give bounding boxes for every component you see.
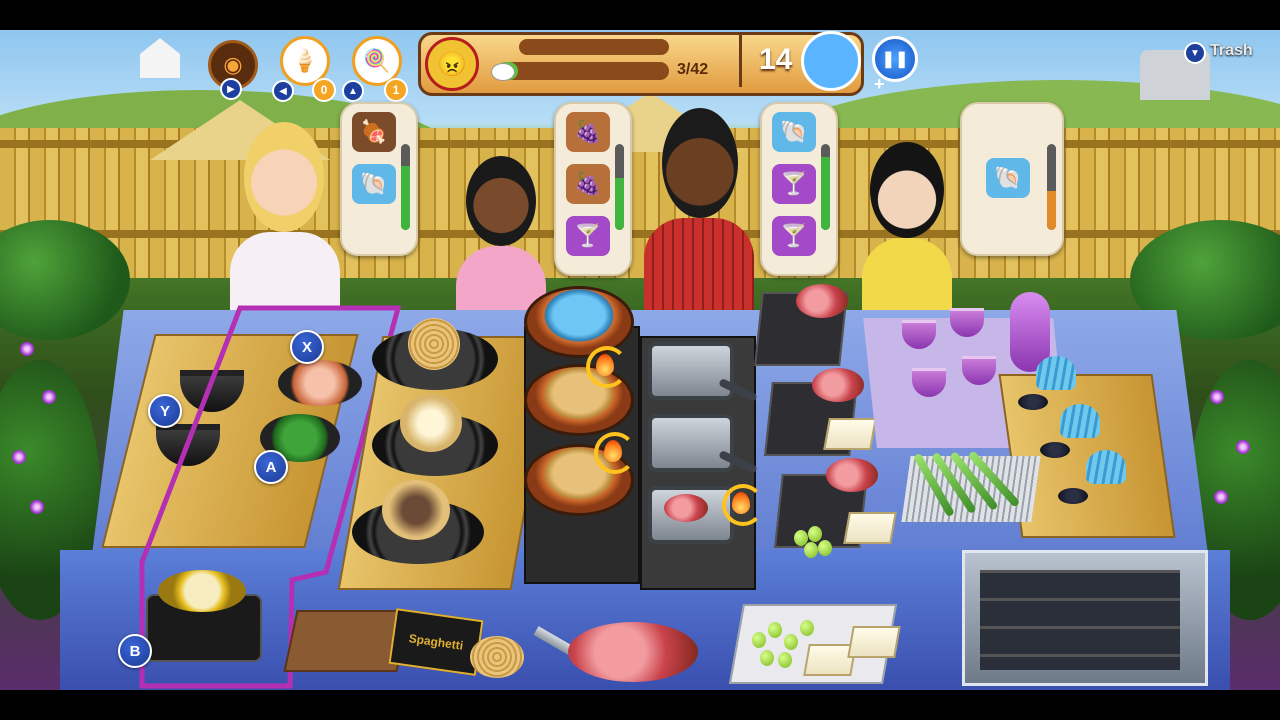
caviar[interactable] <box>1018 394 1048 410</box>
cream-pasta <box>400 394 462 452</box>
risotto-pan[interactable] <box>158 570 246 612</box>
a-button[interactable]: A <box>254 450 288 484</box>
spaghetti-box[interactable]: Spaghetti <box>388 608 484 676</box>
ham-leg <box>826 458 878 492</box>
customer-blonde-woman[interactable] <box>230 122 340 322</box>
empty-pan[interactable] <box>648 414 734 472</box>
ham-leg <box>812 368 864 402</box>
ham-leg-whole[interactable] <box>568 622 698 682</box>
patience-meter <box>401 144 410 230</box>
grape[interactable] <box>784 634 798 650</box>
church-icon <box>140 38 180 78</box>
customer-girl[interactable] <box>456 156 546 326</box>
flower <box>42 390 56 404</box>
plate-icon <box>491 63 515 81</box>
boiling-pot[interactable] <box>524 286 634 358</box>
trash-label[interactable]: Trash <box>1210 42 1253 60</box>
order-purple-cocktail-icon: 🍸 <box>772 216 816 256</box>
order-card: 🍖 🐚 <box>340 102 418 256</box>
flower <box>1236 440 1250 454</box>
served-progress-bar <box>497 62 669 80</box>
patience-meter <box>1047 144 1056 230</box>
grape <box>818 540 832 556</box>
cheese-wedge <box>823 418 877 450</box>
spaghetti-box-label: Spaghetti <box>407 631 465 653</box>
ham-slice <box>664 494 708 522</box>
customers-count: 14 <box>759 43 793 76</box>
order-ham-and-grapes-icon: 🍇 <box>566 164 610 204</box>
customer-man-red-shirt[interactable] <box>644 108 754 328</box>
patience-meter <box>615 144 624 230</box>
game-scene: ◉ ▶ 🍦 ◀ 0 🍭 ▲ 1 😠 3/42 14 ❚❚ + ▼ Trash 🍖… <box>0 30 1280 690</box>
order-caviar-shell-icon: 🐚 <box>986 158 1030 198</box>
flower <box>20 342 34 356</box>
served-progress-text: 3/42 <box>677 61 709 78</box>
no-angry-face-icon: 😠 <box>425 37 479 91</box>
empty-shell[interactable] <box>1060 404 1100 438</box>
grape[interactable] <box>760 650 774 666</box>
empty-pan[interactable] <box>648 342 734 400</box>
ham-leg <box>796 284 848 318</box>
plain-pasta <box>408 318 460 370</box>
grape[interactable] <box>800 620 814 636</box>
flower <box>12 450 26 464</box>
popsicle-count: 1 <box>384 78 408 102</box>
grape[interactable] <box>752 632 766 648</box>
patience-meter <box>821 144 830 230</box>
order-purple-cocktail-icon: 🍸 <box>772 164 816 204</box>
flower <box>30 500 44 514</box>
order-caviar-shell-icon: 🐚 <box>352 164 396 204</box>
order-ham-and-grapes-icon: 🍇 <box>566 112 610 152</box>
fridge-shelves <box>980 570 1180 670</box>
hud-divider <box>739 35 742 87</box>
caviar[interactable] <box>1058 488 1088 504</box>
add-icon: + <box>874 74 885 94</box>
hud-bar: 😠 3/42 14 <box>418 31 864 96</box>
empty-shell[interactable] <box>1086 450 1126 484</box>
flower <box>1210 390 1224 404</box>
b-button[interactable]: B <box>118 634 152 668</box>
customer-avatar-icon <box>801 31 861 91</box>
spaghetti-bundle[interactable] <box>470 636 524 678</box>
grape[interactable] <box>768 622 782 638</box>
flower <box>1214 490 1228 504</box>
grape[interactable] <box>778 652 792 668</box>
fire-icon <box>596 354 614 376</box>
customer-shirt <box>862 238 952 322</box>
customer-head <box>870 142 944 238</box>
patience-fill <box>615 178 624 230</box>
caviar[interactable] <box>1040 442 1070 458</box>
order-card: 🍇 🍇 🍸 <box>554 102 632 276</box>
icecream-count: 0 <box>312 78 336 102</box>
order-truffle-meat-plate-icon: 🍖 <box>352 112 396 152</box>
order-card: 🐚 🍸 🍸 <box>760 102 838 276</box>
empty-shell[interactable] <box>1036 356 1076 390</box>
truffle-pasta <box>382 480 450 540</box>
patience-fill <box>401 165 410 230</box>
order-purple-cocktail-icon: 🍸 <box>566 216 610 256</box>
up-dpad-icon: ▲ <box>342 80 364 102</box>
customer-woman-black-hair[interactable] <box>862 142 952 322</box>
y-button[interactable]: Y <box>148 394 182 428</box>
bonus-track <box>519 39 669 55</box>
x-button[interactable]: X <box>290 330 324 364</box>
right-dpad-icon: ▶ <box>220 78 242 100</box>
customer-head <box>244 122 324 232</box>
patience-fill <box>821 156 830 230</box>
fire-icon <box>604 440 622 462</box>
fence-rail <box>0 230 1280 238</box>
fire-icon <box>732 492 750 514</box>
down-dpad-icon: ▼ <box>1184 42 1206 64</box>
order-card: 🐚 <box>960 102 1064 256</box>
patience-fill <box>1047 191 1056 230</box>
cheese-wedge <box>843 512 897 544</box>
cheese-wedge[interactable] <box>847 626 901 658</box>
customer-head <box>466 156 536 246</box>
grape <box>804 542 818 558</box>
order-caviar-shell-icon: 🐚 <box>772 112 816 152</box>
grape <box>808 526 822 542</box>
left-dpad-icon: ◀ <box>272 80 294 102</box>
customer-head <box>662 108 738 218</box>
